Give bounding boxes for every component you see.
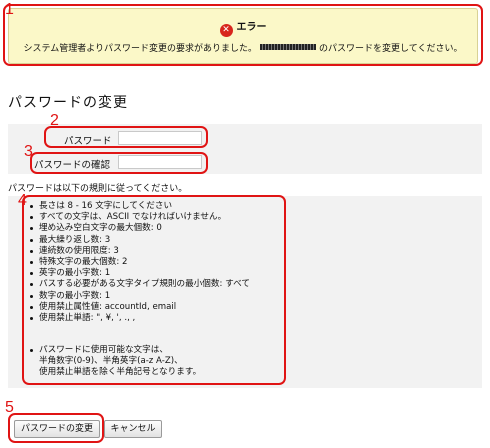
annotation-frame-5 [8,413,104,443]
annotation-frame-2 [44,126,208,148]
page-title: パスワードの変更 [8,95,128,111]
annotation-number-5: 5 [5,399,14,416]
annotation-number-3: 3 [24,143,33,160]
annotation-number-4: 4 [18,192,27,209]
annotation-number-1: 1 [5,1,14,18]
cancel-button[interactable]: キャンセル [104,420,162,438]
annotation-frame-3 [30,152,208,174]
annotation-frame-1 [3,4,483,66]
annotation-frame-4 [22,195,286,385]
rules-intro: パスワードは以下の規則に従ってください。 [8,184,188,194]
annotation-number-2: 2 [50,112,59,129]
